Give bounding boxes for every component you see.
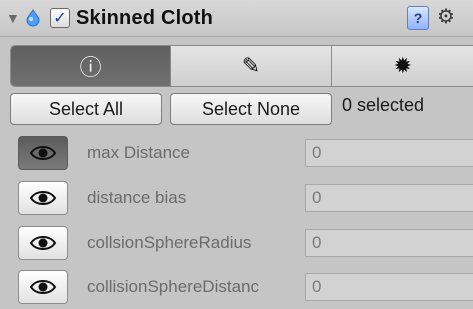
component-header: ▼ ✓ Skinned Cloth ? ⚙ — [0, 0, 473, 37]
help-icon[interactable]: ? — [407, 6, 429, 30]
component-title: Skinned Cloth — [76, 6, 214, 29]
property-value-field[interactable]: 0 — [305, 139, 473, 167]
tab-info[interactable]: ⓘ — [11, 46, 172, 86]
select-none-button[interactable]: Select None — [170, 93, 332, 125]
property-row-collision-sphere-distance: collisionSphereDistanc 0 — [0, 267, 473, 307]
check-icon: ✓ — [53, 10, 67, 27]
property-label: max Distance — [87, 143, 190, 162]
tab-paint[interactable]: ✎ — [171, 46, 332, 86]
tool-tabs: ⓘ ✎ ✹ — [10, 45, 473, 87]
skinned-cloth-inspector-panel: ▼ ✓ Skinned Cloth ? ⚙ ⓘ ✎ ✹ Select All S… — [0, 0, 473, 309]
visibility-toggle[interactable] — [18, 270, 68, 304]
cloth-drop-icon — [22, 7, 44, 29]
eye-icon — [29, 191, 57, 205]
property-row-max-distance: max Distance 0 — [0, 133, 473, 173]
gear-icon: ✹ — [393, 53, 413, 78]
tab-settings[interactable]: ✹ — [331, 46, 473, 86]
brush-icon: ✎ — [241, 53, 261, 78]
eye-icon — [29, 146, 57, 160]
eye-icon — [29, 280, 57, 294]
property-value-field[interactable]: 0 — [305, 273, 473, 301]
info-icon: ⓘ — [79, 55, 102, 80]
enabled-checkbox[interactable]: ✓ — [50, 8, 70, 28]
property-label: distance bias — [87, 188, 187, 207]
property-row-distance-bias: distance bias 0 — [0, 178, 473, 218]
property-value-field[interactable]: 0 — [305, 229, 473, 257]
foldout-arrow-icon[interactable]: ▼ — [6, 10, 22, 26]
component-settings-icon[interactable]: ⚙ — [437, 4, 455, 29]
property-label: collsionSphereRadius — [87, 233, 252, 252]
visibility-toggle[interactable] — [18, 181, 68, 215]
property-value-field[interactable]: 0 — [305, 184, 473, 212]
select-all-button[interactable]: Select All — [10, 93, 162, 125]
visibility-toggle[interactable] — [18, 136, 68, 170]
property-row-collision-sphere-radius: collsionSphereRadius 0 — [0, 223, 473, 263]
eye-icon — [29, 236, 57, 250]
visibility-toggle[interactable] — [18, 226, 68, 260]
selection-count: 0 selected — [342, 95, 425, 115]
property-label: collisionSphereDistanc — [87, 277, 259, 296]
